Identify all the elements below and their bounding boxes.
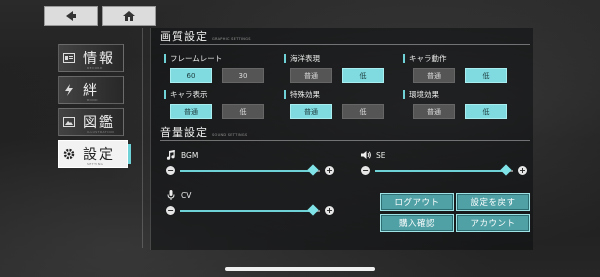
option-choice-low[interactable]: 低 bbox=[465, 104, 507, 119]
option-environment-effects: 環境効果 普通 低 bbox=[403, 89, 507, 119]
graphic-subtitle: GRAPHIC SETTINGS bbox=[212, 37, 251, 41]
option-label: キャラ動作 bbox=[409, 54, 447, 63]
option-ocean: 海洋表現 普通 低 bbox=[284, 53, 384, 83]
option-label: フレームレート bbox=[170, 54, 223, 63]
sidebar-item-info[interactable]: 情報 RECORD bbox=[58, 44, 124, 72]
bgm-minus-button[interactable]: − bbox=[166, 166, 175, 175]
bgm-slider[interactable]: − + bbox=[166, 163, 334, 176]
option-choice-normal[interactable]: 普通 bbox=[413, 104, 455, 119]
sidebar-item-bond[interactable]: 絆 BOND bbox=[58, 76, 124, 104]
id-card-icon bbox=[59, 53, 79, 63]
cv-track[interactable] bbox=[180, 203, 320, 216]
option-label: 海洋表現 bbox=[290, 54, 320, 63]
sidebar-item-settings[interactable]: 設定 SETTING bbox=[58, 140, 131, 168]
sidebar-item-label: 設定 bbox=[83, 147, 115, 163]
se-label-group: SE bbox=[361, 150, 386, 160]
option-choice-normal[interactable]: 普通 bbox=[290, 68, 332, 83]
cv-label-group: CV bbox=[166, 190, 191, 200]
sound-title: 音量設定 bbox=[160, 126, 208, 139]
option-choice-normal[interactable]: 普通 bbox=[413, 68, 455, 83]
sidebar: 情報 RECORD 絆 BOND 図鑑 ILLUSTRATION 設定 SETT… bbox=[58, 44, 131, 172]
option-choice-low[interactable]: 低 bbox=[342, 68, 384, 83]
option-choice-normal[interactable]: 普通 bbox=[170, 104, 212, 119]
sidebar-item-label: 絆 bbox=[83, 83, 99, 99]
gear-icon bbox=[59, 148, 79, 160]
top-buttons bbox=[44, 6, 156, 26]
picture-icon bbox=[59, 117, 79, 127]
slider-fill bbox=[180, 209, 313, 212]
option-choice-30[interactable]: 30 bbox=[222, 68, 264, 83]
option-choice-60[interactable]: 60 bbox=[170, 68, 212, 83]
se-plus-button[interactable]: + bbox=[518, 166, 527, 175]
home-button[interactable] bbox=[102, 6, 156, 26]
option-label: キャラ表示 bbox=[170, 90, 208, 99]
sidebar-item-sub: SETTING bbox=[87, 162, 104, 166]
bgm-plus-button[interactable]: + bbox=[325, 166, 334, 175]
slider-thumb[interactable] bbox=[307, 163, 319, 176]
music-note-icon bbox=[166, 150, 175, 160]
option-character-display: キャラ表示 普通 低 bbox=[164, 89, 264, 119]
home-icon bbox=[123, 11, 135, 21]
slider-fill bbox=[180, 169, 313, 172]
option-choice-low[interactable]: 低 bbox=[222, 104, 264, 119]
graphic-title: 画質設定 bbox=[160, 30, 208, 43]
back-arrow-icon bbox=[66, 11, 76, 21]
sound-section-title: 音量設定 SOUND SETTINGS bbox=[160, 124, 247, 140]
cv-label: CV bbox=[181, 190, 192, 200]
purchase-confirm-button[interactable]: 購入確認 bbox=[380, 214, 454, 232]
sound-subtitle: SOUND SETTINGS bbox=[212, 133, 248, 137]
se-track[interactable] bbox=[375, 163, 513, 176]
sidebar-item-sub: RECORD bbox=[87, 66, 103, 70]
bgm-label-group: BGM bbox=[166, 150, 198, 160]
slider-thumb[interactable] bbox=[500, 163, 512, 176]
bgm-track[interactable] bbox=[180, 163, 320, 176]
microphone-icon bbox=[167, 190, 175, 200]
option-choice-normal[interactable]: 普通 bbox=[290, 104, 332, 119]
sidebar-item-label: 図鑑 bbox=[83, 115, 115, 131]
option-label: 特殊効果 bbox=[290, 90, 320, 99]
se-label: SE bbox=[376, 150, 386, 160]
cv-minus-button[interactable]: − bbox=[166, 206, 175, 215]
option-character-motion: キャラ動作 普通 低 bbox=[403, 53, 507, 83]
option-special-effects: 特殊効果 普通 低 bbox=[284, 89, 384, 119]
option-choice-low[interactable]: 低 bbox=[465, 68, 507, 83]
logout-button[interactable]: ログアウト bbox=[380, 193, 454, 211]
slider-thumb[interactable] bbox=[307, 203, 319, 216]
se-slider[interactable]: − + bbox=[361, 163, 527, 176]
option-label: 環境効果 bbox=[409, 90, 439, 99]
slider-fill bbox=[375, 169, 507, 172]
se-minus-button[interactable]: − bbox=[361, 166, 370, 175]
account-button[interactable]: アカウント bbox=[456, 214, 530, 232]
graphic-section-title: 画質設定 GRAPHIC SETTINGS bbox=[160, 28, 251, 44]
divider bbox=[142, 28, 143, 248]
bond-icon bbox=[59, 84, 79, 96]
sidebar-item-sub: ILLUSTRATION bbox=[87, 130, 115, 134]
sidebar-item-sub: BOND bbox=[87, 98, 98, 102]
bgm-label: BGM bbox=[181, 150, 199, 160]
graphic-divider bbox=[160, 44, 530, 45]
reset-settings-button[interactable]: 設定を戻す bbox=[456, 193, 530, 211]
speaker-icon bbox=[361, 151, 371, 159]
sound-divider bbox=[160, 140, 530, 141]
back-button[interactable] bbox=[44, 6, 98, 26]
home-indicator[interactable] bbox=[225, 267, 375, 271]
option-choice-low[interactable]: 低 bbox=[342, 104, 384, 119]
cv-plus-button[interactable]: + bbox=[325, 206, 334, 215]
sidebar-item-label: 情報 bbox=[83, 51, 115, 67]
option-frame-rate: フレームレート 60 30 bbox=[164, 53, 264, 83]
cv-slider[interactable]: − + bbox=[166, 203, 334, 216]
sidebar-item-illustration[interactable]: 図鑑 ILLUSTRATION bbox=[58, 108, 124, 136]
